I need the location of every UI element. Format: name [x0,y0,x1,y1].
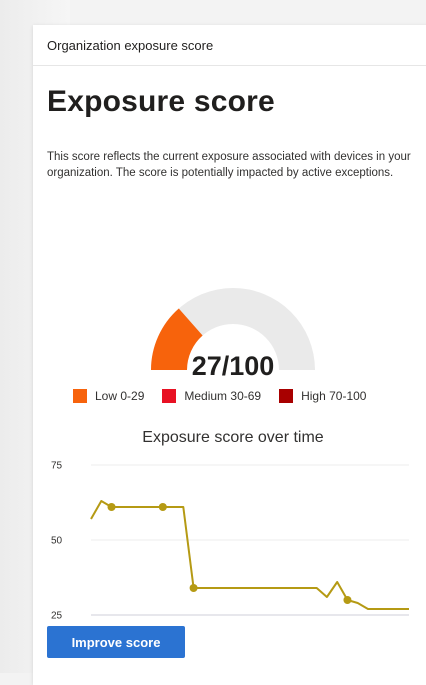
data-point [343,596,352,604]
legend-label-high: High 70-100 [301,389,367,403]
severity-legend: Low 0-29 Medium 30-69 High 70-100 [73,389,384,403]
legend-swatch-medium [162,389,177,403]
score-value: 27/100 [191,351,275,381]
legend-swatch-low [73,389,87,403]
improve-score-button[interactable]: Improve score [47,626,185,658]
legend-label-medium: Medium 30-69 [184,389,262,403]
chart-title: Exposure score over time [142,429,324,446]
y-tick-label: 50 [51,536,63,547]
data-point [189,584,198,592]
exposure-score-card: Organization exposure score Exposure sco… [33,25,426,685]
data-point [107,503,116,511]
legend-item-high: High 70-100 [279,389,366,403]
series-line [90,500,409,610]
page-title: Exposure score [47,85,275,118]
legend-item-low: Low 0-29 [73,389,144,403]
y-tick-label: 25 [51,611,63,621]
card-header: Organization exposure score [33,25,426,66]
score-description: This score reflects the current exposure… [47,151,411,179]
legend-item-medium: Medium 30-69 [162,389,261,403]
data-point [158,503,167,511]
legend-label-low: Low 0-29 [95,389,145,403]
legend-swatch-high [279,389,294,403]
y-tick-label: 75 [51,461,63,472]
exposure-line-chart: 25507517-0724-0731-0707-0814-08 [51,461,409,621]
